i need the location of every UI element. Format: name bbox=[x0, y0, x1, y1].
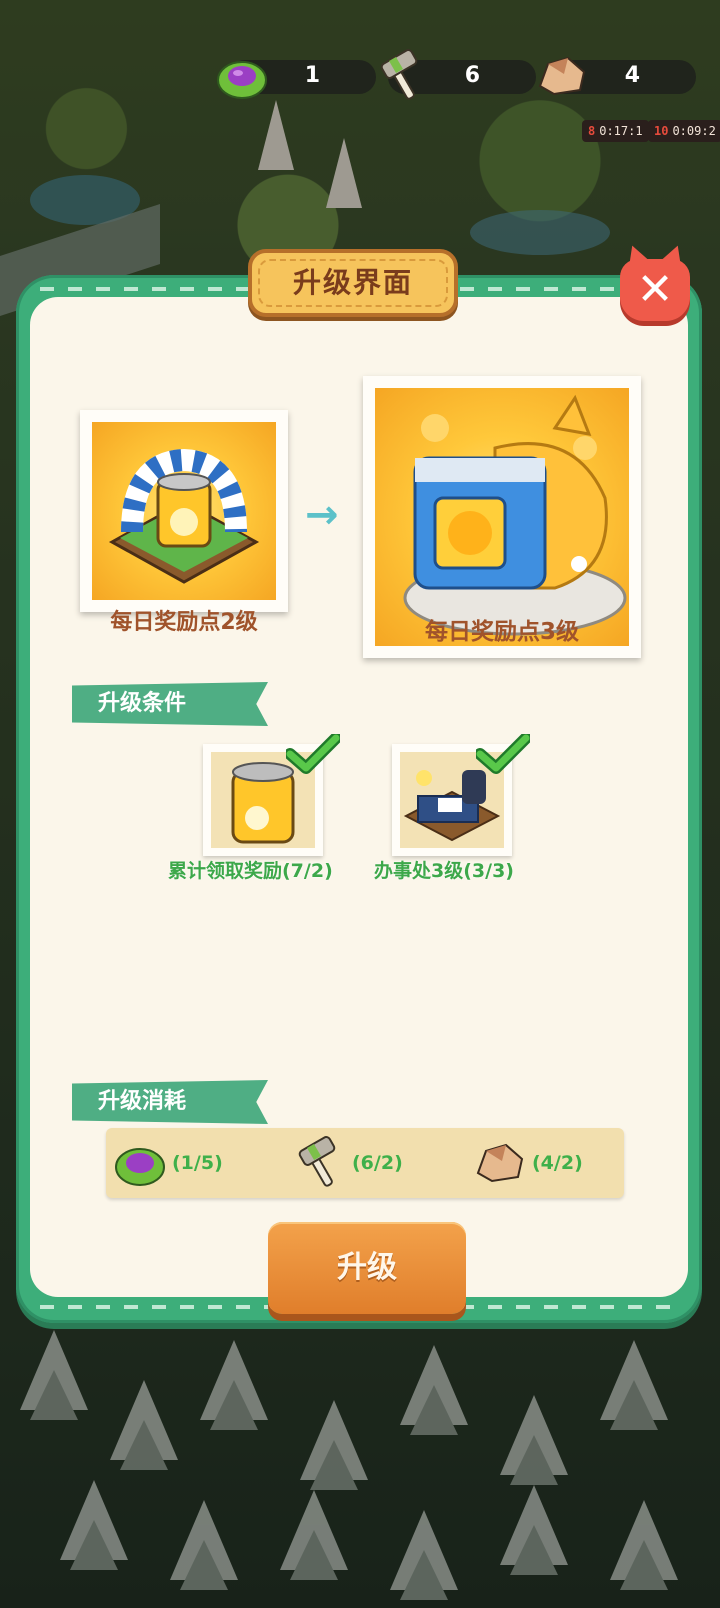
next-level-caption: 每日奖励点3级 bbox=[424, 619, 579, 645]
current-building-card: 每日奖励点2级 bbox=[80, 410, 288, 635]
cost-amount: (4/2) bbox=[532, 1152, 583, 1174]
build-timer: 10 0:09:2 bbox=[648, 120, 720, 142]
stone-icon bbox=[476, 1143, 524, 1183]
stone-icon bbox=[538, 56, 586, 96]
timer-time: 0:09:2 bbox=[672, 124, 716, 138]
cost-amount: (1/5) bbox=[172, 1152, 223, 1174]
check-icon bbox=[476, 734, 530, 774]
upgrade-button[interactable]: 升级 bbox=[268, 1222, 466, 1314]
building-image-level-3 bbox=[375, 388, 629, 646]
resource-count: 4 bbox=[624, 63, 640, 88]
condition-label: 累计领取奖励(7/2) bbox=[168, 860, 333, 882]
reward-point-building-icon bbox=[108, 448, 260, 584]
cost-item-cabbage: (1/5) bbox=[112, 1134, 223, 1192]
dialog-title: 升级界面 bbox=[292, 266, 413, 299]
cost-strip: (1/5) (6/2) (4/2) bbox=[106, 1128, 624, 1198]
close-button[interactable]: ✕ bbox=[620, 259, 690, 321]
reward-point-building-icon bbox=[403, 394, 627, 636]
hammer-icon bbox=[298, 1136, 336, 1187]
resource-stone[interactable]: 4 bbox=[538, 56, 696, 96]
timer-time: 0:17:1 bbox=[599, 124, 643, 138]
dialog-title-plate: 升级界面 bbox=[248, 249, 458, 317]
condition-label: 办事处3级(3/3) bbox=[374, 860, 514, 882]
resource-count: 1 bbox=[304, 63, 320, 88]
cabbage-icon bbox=[115, 1148, 165, 1186]
upgrade-button-label: 升级 bbox=[337, 1250, 397, 1285]
next-building-card: 每日奖励点3级 bbox=[363, 376, 641, 658]
building-image-level-2 bbox=[92, 422, 276, 600]
check-icon bbox=[286, 734, 340, 774]
timer-level: 10 bbox=[654, 124, 669, 138]
resource-hammer[interactable]: 6 bbox=[380, 49, 536, 100]
current-level-caption: 每日奖励点2级 bbox=[110, 610, 258, 635]
timer-level: 8 bbox=[588, 124, 596, 138]
resource-count: 6 bbox=[464, 63, 480, 88]
resource-cabbage[interactable]: 1 bbox=[217, 60, 376, 99]
cost-item-stone: (4/2) bbox=[472, 1134, 583, 1192]
build-timer: 8 0:17:1 bbox=[582, 120, 649, 142]
cost-item-hammer: (6/2) bbox=[292, 1134, 403, 1192]
close-icon: ✕ bbox=[636, 264, 674, 315]
cost-section-label: 升级消耗 bbox=[72, 1080, 268, 1124]
cost-amount: (6/2) bbox=[352, 1152, 403, 1174]
conditions-section-label: 升级条件 bbox=[72, 682, 268, 726]
hammer-icon bbox=[380, 49, 418, 100]
arrow-right-icon: → bbox=[305, 492, 339, 538]
cabbage-icon bbox=[217, 61, 267, 99]
